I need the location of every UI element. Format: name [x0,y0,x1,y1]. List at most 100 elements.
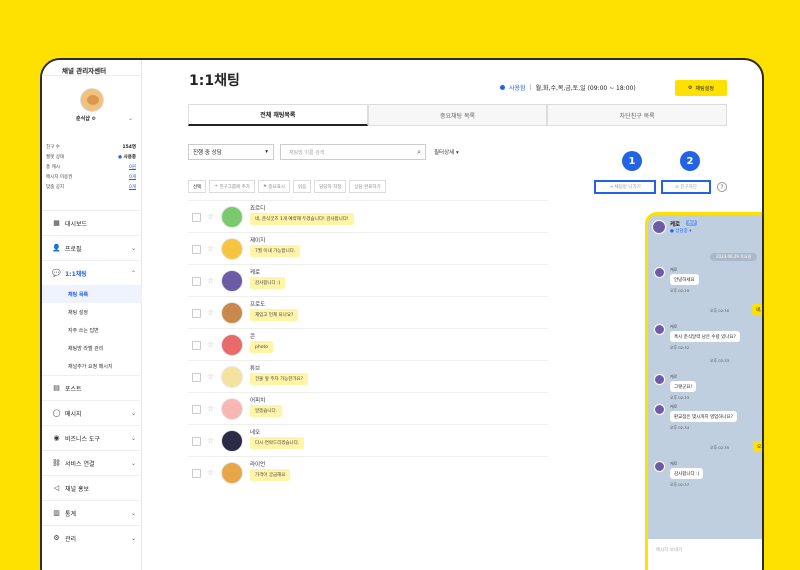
star-icon[interactable]: ☆ [207,372,214,381]
sender-name: 케로 [670,404,678,409]
row-checkbox[interactable] [192,405,201,414]
sidebar-item-post[interactable]: ▤ 포스트 [42,375,142,400]
sidebar-item-label: 포스트 [65,385,82,393]
search-icon[interactable]: ⌕ [417,148,421,157]
post-icon: ▤ [53,384,60,392]
help-icon[interactable]: ? [717,182,727,192]
message-time: 오후 02:34 [670,425,690,430]
last-message: 건물 앞 주차 가능한가요? [250,373,309,385]
row-checkbox[interactable] [192,245,201,254]
incoming-message: 혹시 춘식달력 남은 수량 있나요? [670,331,740,342]
mark-important-button[interactable]: ★ 중요표시 [257,180,290,193]
select-button[interactable]: 선택 [188,180,207,193]
sidebar-sub-chat-list[interactable]: 채팅 목록 [42,285,142,303]
status-dot-icon [500,85,505,90]
sidebar-sub-add-request[interactable]: 채널추가 요청 메시지 [42,357,142,375]
sidebar-item-message[interactable]: ◯ 메시지 ⌄ [42,400,142,425]
chat-name: 제이지 [250,238,266,244]
row-checkbox[interactable] [192,277,201,286]
mark-read-button[interactable]: 읽음 [292,180,312,193]
callout-badge-1: 1 [622,151,642,171]
outgoing-message: 네, 안녕하세요! 무엇을 도와드릴까요? [751,304,762,315]
sender-name: 케로 [670,374,678,379]
message-input[interactable]: 메시지 보내기 [656,547,682,553]
chevron-down-icon[interactable]: ⌄ [128,115,133,122]
message-icon: ◯ [52,409,61,417]
sidebar-sub-chat-settings[interactable]: 채팅 설정 [42,303,142,321]
chat-list-row[interactable]: ☆ 제이지 7월 이내 가능합니다. [188,232,548,264]
star-icon[interactable]: ☆ [207,404,214,413]
chat-list-row[interactable]: ☆ 네오 다시 연락드리겠습니다. [188,424,548,456]
complete-consult-button[interactable]: 상담 완료하기 [349,180,386,193]
sender-name: 케로 [670,267,678,272]
star-icon[interactable]: ☆ [207,276,214,285]
star-icon[interactable]: ☆ [207,244,214,253]
star-icon[interactable]: ☆ [207,340,214,349]
avatar [221,334,243,356]
sidebar-sub-label-manage[interactable]: 채팅방 라벨 관리 [42,339,142,357]
person-icon: 👤 [52,244,61,252]
tab-all-chats[interactable]: 전체 채팅목록 [188,104,368,126]
last-message: 다시 연락드리겠습니다. [250,437,305,449]
last-message: 네, 춘식굿즈 1개 예약해 두겠습니다! 감사합니다! [250,213,354,225]
sender-name: 케로 [670,324,678,329]
star-icon[interactable]: ☆ [207,468,214,477]
chat-settings-button[interactable]: ⚙ 채팅설정 [675,80,727,96]
sidebar-item-chat[interactable]: 💬 1:1채팅 ⌃ [42,260,142,285]
chat-name: 어피치 [250,398,266,404]
sidebar-item-stats[interactable]: ▥ 통계 ⌄ [42,500,142,525]
star-icon[interactable]: ☆ [207,436,214,445]
profile-name[interactable]: 춘식샵 ⚙ [76,115,96,122]
filter-detail-button[interactable]: 필터상세 ▾ [434,148,459,156]
chat-list-row[interactable]: ☆ 라이언 가격이 궁금해요 [188,456,548,488]
message-composer[interactable]: 메시지 보내기 ⌂ ☺ ▭ ⊕ 전송 [648,539,762,570]
sidebar-item-business[interactable]: ◉ 비즈니스 도구 ⌄ [42,425,142,450]
row-checkbox[interactable] [192,373,201,382]
row-checkbox[interactable] [192,469,201,478]
chat-name: 콘 [250,334,256,340]
star-icon[interactable]: ☆ [207,212,214,221]
sidebar-item-manage[interactable]: ⚙ 관리 ⌄ [42,525,142,550]
search-input[interactable]: 채팅방 이름 검색 ⌕ [280,144,426,160]
chevron-down-icon: ⌄ [130,244,136,252]
button-label: 친구차단 [680,185,697,190]
row-checkbox[interactable] [192,437,201,446]
status-select[interactable]: 진행 중 상담 ▾ [188,144,274,160]
chevron-down-icon: ⌄ [130,509,136,517]
profile-avatar[interactable] [80,88,104,112]
chat-name: 프로도 [250,302,266,308]
info-link[interactable]: 0개 [129,174,136,180]
sidebar-sub-quick-replies[interactable]: 자주 쓰는 답변 [42,321,142,339]
chat-list-row[interactable]: ☆ 죠르디 네, 춘식굿즈 1개 예약해 두겠습니다! 감사합니다! [188,200,548,232]
info-link[interactable]: 0원 [129,164,136,170]
caret-down-icon: ▾ [265,149,268,155]
sidebar-item-label: 관리 [65,535,77,543]
add-to-group-button[interactable]: + 친구그룹에 추가 [209,180,255,193]
sidebar-item-label: 비즈니스 도구 [65,435,101,443]
row-checkbox[interactable] [192,341,201,350]
sidebar-item-service[interactable]: ⛓ 서비스 연결 ⌄ [42,450,142,475]
sidebar-item-dashboard[interactable]: ▦ 대시보드 [42,210,142,235]
star-icon[interactable]: ☆ [207,308,214,317]
leave-chat-button[interactable]: ⇥ 채팅방 나가기 [594,180,656,194]
block-friend-button[interactable]: ⊘ 친구차단 [661,180,711,194]
exit-icon: ⇥ [609,184,614,190]
settings-icon[interactable]: ⚙ [92,116,96,122]
chat-list-row[interactable]: ☆ 프로도 재입고 언제 되나요? [188,296,548,328]
row-checkbox[interactable] [192,309,201,318]
sidebar-item-promo[interactable]: ◁ 채널 홍보 [42,475,142,500]
avatar [221,366,243,388]
chat-list-row[interactable]: ☆ 어피치 알겠습니다. [188,392,548,424]
avatar [654,374,665,385]
info-link[interactable]: 0개 [129,184,136,190]
assign-agent-button[interactable]: 담당자 지정 [314,180,347,193]
chat-list-row[interactable]: ☆ 케로 감사합니다 :) [188,264,548,296]
chat-name: 튜브 [250,366,261,372]
sidebar-item-label: 메시지 [65,410,82,418]
sidebar-item-profile[interactable]: 👤 프로필 ⌄ [42,235,142,260]
row-checkbox[interactable] [192,213,201,222]
chat-list-row[interactable]: ☆ 튜브 건물 앞 주차 가능한가요? [188,360,548,392]
chat-list-row[interactable]: ☆ 콘 photo [188,328,548,360]
tab-important-chats[interactable]: 중요채팅 목록 [367,104,548,126]
tab-blocked-friends[interactable]: 차단친구 목록 [547,104,728,126]
